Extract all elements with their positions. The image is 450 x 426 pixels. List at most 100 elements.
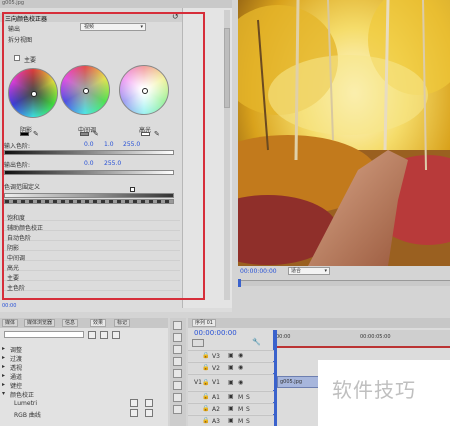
lock-icon[interactable]: 🔒 (202, 417, 209, 424)
sync-lock-icon[interactable]: ▣ (228, 364, 234, 371)
folder-icon: ▸ (2, 354, 6, 361)
solo-button[interactable]: S (246, 418, 250, 425)
tab-label: 信息 (65, 320, 76, 326)
hand-tool-icon[interactable] (173, 405, 182, 414)
sync-lock-icon[interactable]: ▣ (228, 417, 234, 424)
list-item[interactable]: ▸ 通道 (0, 371, 168, 381)
timeline-tabs: 序列 01 (188, 318, 450, 328)
monitor-playhead[interactable] (238, 279, 241, 287)
eye-icon[interactable]: ◉ (238, 364, 243, 371)
track-name: A2 (212, 406, 220, 413)
32bit-icon[interactable] (112, 331, 120, 339)
ruler-label: 00:00 (276, 334, 291, 340)
monitor-timebar[interactable] (238, 280, 450, 286)
track-header-v3[interactable]: V3 🔒 ▣ ◉ (188, 350, 274, 361)
track-header-v2[interactable]: V2 🔒 ▣ ◉ (188, 362, 274, 373)
tab-label: 媒体浏览器 (27, 320, 53, 326)
effects-search-input[interactable] (4, 331, 84, 338)
tab-effects[interactable]: 效果 (90, 319, 107, 327)
mute-button[interactable]: M (238, 406, 243, 413)
effect-controls-panel: g005.jpg 三向颜色校正器 ↺ 输出 视频 ▾ 拆分视图 主要 阴影 中间… (0, 0, 232, 312)
sync-lock-icon[interactable]: ▣ (228, 379, 234, 386)
sync-lock-icon[interactable]: ▣ (228, 405, 234, 412)
clip-header: g005.jpg (0, 0, 232, 8)
watermark: 软件技巧 (318, 360, 450, 426)
program-preview-image (238, 0, 450, 266)
lock-icon[interactable]: 🔒 (202, 393, 209, 400)
new-bin-icon[interactable] (88, 331, 96, 339)
razor-tool-icon[interactable] (173, 369, 182, 378)
ripple-edit-tool-icon[interactable] (173, 345, 182, 354)
eye-icon[interactable]: ◉ (238, 379, 243, 386)
eye-icon[interactable]: ◉ (238, 352, 243, 359)
pen-tool-icon[interactable] (173, 393, 182, 402)
selection-tool-icon[interactable] (173, 321, 182, 330)
tab-markers[interactable]: 标记 (114, 319, 131, 327)
track-name: A1 (212, 394, 220, 401)
time-ruler[interactable]: 00:00 00:00:05:00 (274, 330, 450, 348)
watermark-text: 软件技巧 (332, 378, 416, 402)
track-header-a3[interactable]: A3 🔒 ▣ M S (188, 415, 274, 426)
list-item[interactable]: ▸ 键控 (0, 380, 168, 390)
track-header-a2[interactable]: A2 🔒 ▣ M S (188, 403, 274, 414)
list-item[interactable]: ▸ 调整 (0, 344, 168, 354)
tab-label: 序列 01 (195, 320, 213, 326)
solo-button[interactable]: S (246, 394, 250, 401)
lock-icon[interactable]: 🔒 (202, 405, 209, 412)
vertical-scrollbar[interactable] (224, 10, 230, 300)
sync-lock-icon[interactable]: ▣ (228, 352, 234, 359)
list-item[interactable]: ▸ 过渡 (0, 353, 168, 363)
timeline-clip[interactable]: g005.jpg (277, 376, 321, 388)
scroll-thumb[interactable] (224, 28, 230, 108)
tab-label: 媒体 (5, 320, 16, 326)
folder-icon: ▸ (2, 372, 6, 379)
sync-lock-icon[interactable]: ▣ (228, 393, 234, 400)
mute-button[interactable]: M (238, 394, 243, 401)
timeline-timecode[interactable]: 00:00:00:00 (194, 329, 237, 337)
track-name: A3 (212, 418, 220, 425)
track-header-a1[interactable]: A1 🔒 ▣ M S (188, 391, 274, 402)
lock-icon[interactable]: 🔒 (202, 364, 209, 371)
32bit-badge-icon (145, 399, 153, 407)
tab-media-browser[interactable]: 媒体浏览器 (24, 319, 56, 327)
tab-sequence[interactable]: 序列 01 (192, 319, 216, 327)
solo-button[interactable]: S (246, 406, 250, 413)
snap-icon[interactable] (192, 339, 204, 347)
folder-icon: ▸ (2, 345, 6, 352)
program-timecode[interactable]: 00:00:00:00 (240, 268, 277, 275)
fit-option: 适合 (291, 268, 302, 274)
mute-button[interactable]: M (238, 418, 243, 425)
tab-label: 效果 (93, 320, 104, 326)
work-area-bar[interactable] (274, 346, 450, 348)
chevron-down-icon: ▾ (324, 268, 327, 274)
effect-controls-timecode[interactable]: 00:00 (2, 303, 16, 309)
forest-path-photo (238, 0, 450, 266)
lock-icon[interactable]: 🔒 (202, 352, 209, 359)
list-item-label: 颜色校正 (10, 392, 35, 399)
lock-icon[interactable]: 🔒 (202, 379, 209, 386)
tools-panel (170, 318, 186, 426)
list-item[interactable]: Lumetri (0, 399, 168, 408)
fit-dropdown[interactable]: 适合 ▾ (288, 267, 330, 275)
list-item[interactable]: ▸ 透视 (0, 362, 168, 372)
clip-name: g005.jpg (2, 0, 25, 6)
highlight-box (2, 12, 205, 300)
link-icon[interactable] (212, 339, 220, 347)
track-name: V1 (194, 379, 202, 386)
accelerated-icon[interactable] (100, 331, 108, 339)
tab-media[interactable]: 媒体 (2, 319, 19, 327)
track-header-v1[interactable]: V1 V1 🔒 ▣ ◉ (188, 374, 274, 390)
slip-tool-icon[interactable] (173, 381, 182, 390)
tab-info[interactable]: 信息 (62, 319, 79, 327)
list-item-label: Lumetri (14, 400, 38, 407)
list-item[interactable]: ▾ 颜色校正 (0, 389, 168, 399)
ruler-label: 00:00:05:00 (360, 334, 391, 340)
list-item-label: RGB 曲线 (14, 412, 41, 419)
folder-icon: ▸ (2, 381, 6, 388)
track-select-tool-icon[interactable] (173, 333, 182, 342)
tab-label: 标记 (117, 320, 128, 326)
folder-open-icon: ▾ (2, 390, 6, 397)
wrench-icon[interactable]: 🔧 (252, 338, 261, 346)
list-item[interactable]: RGB 曲线 (0, 409, 168, 419)
rolling-edit-tool-icon[interactable] (173, 357, 182, 366)
